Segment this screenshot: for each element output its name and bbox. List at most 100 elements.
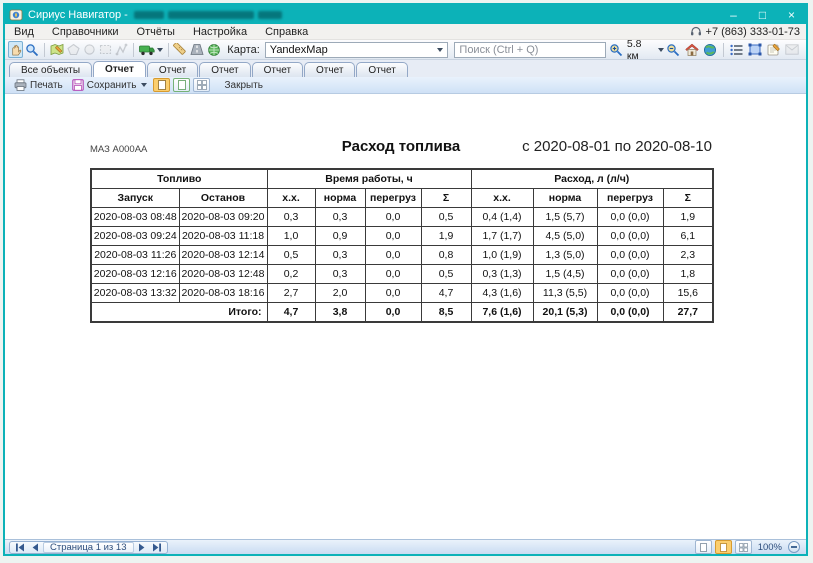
next-page-button[interactable]: [136, 542, 149, 553]
prev-page-button[interactable]: [28, 542, 41, 553]
view-single-page-button[interactable]: [695, 540, 712, 554]
first-page-button[interactable]: [13, 542, 26, 553]
table-cell: 4,3 (1,6): [471, 284, 533, 303]
table-cell: 2020-08-03 08:48: [91, 208, 179, 227]
app-window: Сириус Навигатор - – □ × Вид Справочники…: [3, 3, 808, 556]
table-row: 2020-08-03 13:322020-08-03 18:162,72,00,…: [91, 284, 713, 303]
map-select[interactable]: YandexMap: [265, 42, 449, 58]
search-input[interactable]: [454, 42, 606, 58]
pan-hand-icon[interactable]: [8, 41, 23, 58]
selection-area-icon[interactable]: [747, 41, 765, 58]
table-cell: 0,0 (0,0): [597, 208, 663, 227]
last-page-button[interactable]: [151, 542, 164, 553]
table-cell: 4,5 (5,0): [533, 227, 597, 246]
tab-report-5[interactable]: Отчет: [304, 62, 355, 77]
menu-otchety[interactable]: Отчёты: [128, 24, 184, 39]
polygon-tool-icon[interactable]: [66, 41, 81, 58]
total-cell: 0,0 (0,0): [597, 303, 663, 323]
zoom-in-icon[interactable]: [607, 41, 625, 58]
toolbar-separator: [723, 43, 724, 57]
toolbar-separator: [44, 43, 45, 57]
page-fit-button[interactable]: [173, 78, 190, 92]
table-cell: 2020-08-03 11:26: [91, 246, 179, 265]
road-distance-icon[interactable]: [189, 41, 205, 58]
table-cell: 2,0: [315, 284, 365, 303]
page-single-button[interactable]: [153, 78, 170, 92]
col-header: Останов: [179, 189, 267, 208]
window-controls: – □ ×: [719, 5, 806, 24]
total-cell: 27,7: [663, 303, 713, 323]
table-group-header-row: Топливо Время работы, ч Расход, л (л/ч): [91, 169, 713, 189]
menu-nastroika[interactable]: Настройка: [184, 24, 256, 39]
route-tool-icon[interactable]: [114, 41, 129, 58]
total-cell: 3,8: [315, 303, 365, 323]
tab-report-1[interactable]: Отчет: [93, 61, 146, 77]
save-button[interactable]: Сохранить: [69, 78, 151, 93]
close-report-button[interactable]: Закрыть: [221, 78, 266, 93]
home-icon[interactable]: [683, 41, 701, 58]
chevron-down-icon[interactable]: [658, 48, 664, 52]
table-cell: 2020-08-03 09:24: [91, 227, 179, 246]
zoom-select-icon[interactable]: [24, 41, 40, 58]
table-row: 2020-08-03 08:482020-08-03 09:200,30,30,…: [91, 208, 713, 227]
page-navigator: Страница 1 из 13: [9, 541, 168, 554]
close-button[interactable]: ×: [777, 5, 806, 24]
menu-vid[interactable]: Вид: [5, 24, 43, 39]
message-icon[interactable]: [784, 41, 802, 58]
tab-report-4[interactable]: Отчет: [252, 62, 303, 77]
page-multi-button[interactable]: [193, 78, 210, 92]
total-cell: 7,6 (1,6): [471, 303, 533, 323]
table-cell: 1,3 (5,0): [533, 246, 597, 265]
table-cell: 0,4 (1,4): [471, 208, 533, 227]
notes-edit-icon[interactable]: [765, 41, 783, 58]
circle-tool-icon[interactable]: [82, 41, 97, 58]
table-cell: 1,5 (4,5): [533, 265, 597, 284]
maximize-button[interactable]: □: [748, 5, 777, 24]
table-cell: 1,0 (1,9): [471, 246, 533, 265]
save-icon: [72, 79, 84, 91]
tab-report-3[interactable]: Отчет: [199, 62, 250, 77]
save-label: Сохранить: [87, 80, 137, 91]
globe-layers-icon[interactable]: [206, 41, 222, 58]
toolbar-right-group: 5.8 км: [607, 38, 803, 62]
table-cell: 0,0: [365, 284, 421, 303]
map-scale-value[interactable]: 5.8 км: [627, 38, 654, 62]
zoom-out-icon[interactable]: [665, 41, 683, 58]
tab-all-objects[interactable]: Все объекты: [9, 62, 92, 77]
menu-spravochniki[interactable]: Справочники: [43, 24, 128, 39]
table-cell: 1,0: [267, 227, 315, 246]
report-period: с 2020-08-01 по 2020-08-10: [460, 138, 712, 155]
minimize-button[interactable]: –: [719, 5, 748, 24]
rect-tool-icon[interactable]: [98, 41, 113, 58]
report-toolbar: Печать Сохранить Закрыть: [5, 77, 806, 94]
globe-icon[interactable]: [702, 41, 720, 58]
view-fit-width-button[interactable]: [715, 540, 732, 554]
view-multi-page-button[interactable]: [735, 540, 752, 554]
chevron-down-icon: [141, 83, 147, 87]
menu-spravka[interactable]: Справка: [256, 24, 317, 39]
table-row: 2020-08-03 11:262020-08-03 12:140,50,30,…: [91, 246, 713, 265]
table-cell: 0,5: [267, 246, 315, 265]
total-cell: 4,7: [267, 303, 315, 323]
col-header: норма: [315, 189, 365, 208]
map-edit-icon[interactable]: [49, 41, 65, 58]
vehicle-icon[interactable]: [138, 41, 164, 58]
total-cell: 8,5: [421, 303, 471, 323]
table-cell: 2020-08-03 11:18: [179, 227, 267, 246]
zoom-out-button[interactable]: [788, 541, 800, 553]
table-cell: 2020-08-03 09:20: [179, 208, 267, 227]
ruler-icon[interactable]: [172, 41, 188, 58]
map-label: Карта:: [227, 44, 260, 56]
tab-report-6[interactable]: Отчет: [356, 62, 407, 77]
tab-report-2[interactable]: Отчет: [147, 62, 198, 77]
table-cell: 0,0: [365, 227, 421, 246]
zoom-percent: 100%: [758, 542, 782, 553]
object-list-icon[interactable]: [728, 41, 746, 58]
print-button[interactable]: Печать: [11, 78, 66, 93]
page-info: Страница 1 из 13: [43, 542, 134, 553]
report-viewport: МАЗ А000АА Расход топлива с 2020-08-01 п…: [5, 94, 806, 539]
window-title: Сириус Навигатор -: [28, 9, 128, 21]
fuel-report-table: Топливо Время работы, ч Расход, л (л/ч) …: [90, 168, 714, 323]
print-label: Печать: [30, 80, 63, 91]
table-cell: 2020-08-03 12:48: [179, 265, 267, 284]
